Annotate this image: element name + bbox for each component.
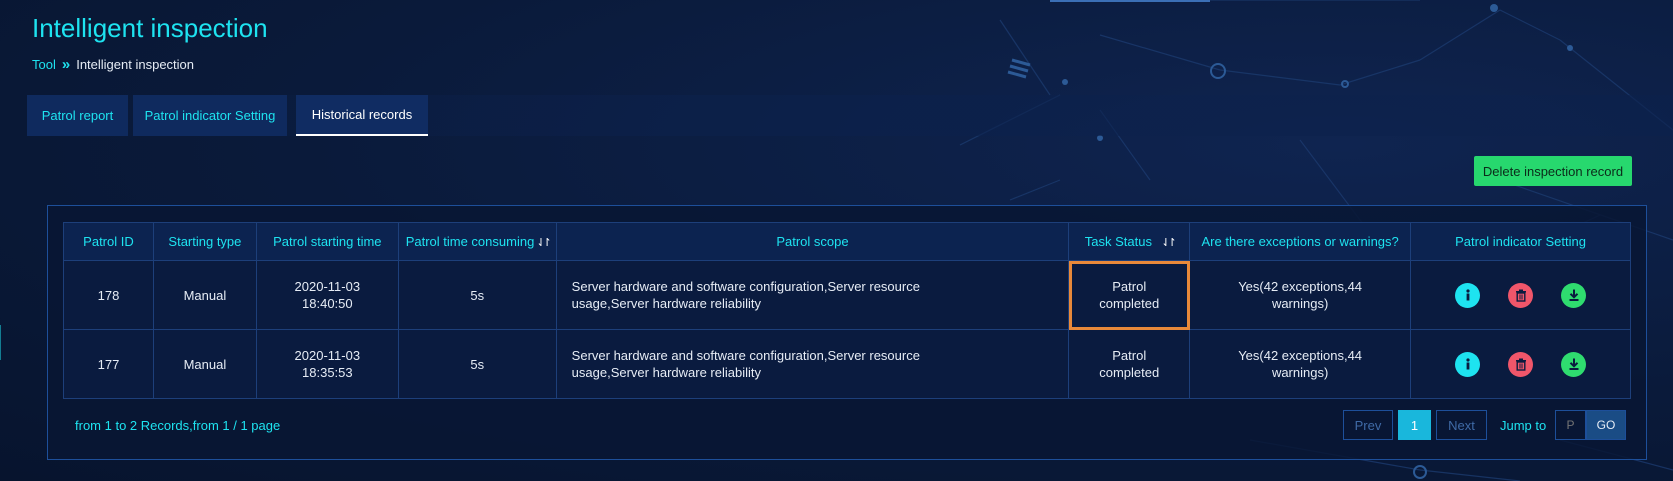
status-line: completed [1099, 296, 1160, 311]
scope-line: Server hardware and software configurati… [571, 348, 920, 363]
column-header-exceptions-warnings: Are there exceptions or warnings? [1189, 222, 1412, 261]
tab-patrol-report[interactable]: Patrol report [27, 95, 128, 136]
trash-icon[interactable] [1508, 351, 1534, 377]
cell-patrol-id: 178 [63, 260, 154, 330]
cell-starting-type: Manual [152, 260, 257, 330]
exceptions-line: warnings) [1271, 296, 1329, 311]
row-actions [1411, 351, 1630, 377]
page-title: Intelligent inspection [32, 13, 268, 43]
records-summary: from 1 to 2 Records,from 1 / 1 page [75, 418, 281, 433]
prev-page-button[interactable]: Prev [1343, 410, 1393, 440]
column-header-task-status[interactable]: Task Status ⇃↾ [1068, 222, 1191, 261]
column-header-patrol-time-consuming[interactable]: Patrol time consuming ⇃↾ [397, 222, 557, 261]
trash-icon[interactable] [1508, 282, 1534, 308]
cell-patrol-id: 177 [63, 329, 154, 399]
start-date: 2020-11-03 [294, 279, 361, 294]
cell-exceptions: Yes(42 exceptions,44 warnings) [1189, 260, 1412, 330]
exceptions-line: Yes(42 exceptions,44 [1238, 348, 1363, 363]
cell-starting-time: 2020-11-03 18:35:53 [255, 329, 399, 399]
column-header-patrol-id: Patrol ID [63, 222, 154, 261]
cell-actions [1410, 260, 1631, 330]
sort-icon[interactable]: ⇃↾ [536, 236, 552, 249]
next-page-button[interactable]: Next [1436, 410, 1487, 440]
exceptions-line: Yes(42 exceptions,44 [1238, 279, 1363, 294]
column-header-label: Task Status [1084, 234, 1152, 249]
tab-patrol-indicator-setting[interactable]: Patrol indicator Setting [133, 95, 287, 136]
cell-task-status: Patrol completed [1068, 329, 1191, 399]
cell-actions [1410, 329, 1631, 399]
start-time: 18:40:50 [302, 296, 353, 311]
delete-inspection-record-button[interactable]: Delete inspection record [1474, 156, 1632, 186]
breadcrumb: Tool » Intelligent inspection [32, 56, 194, 73]
column-header-patrol-scope: Patrol scope [555, 222, 1070, 261]
cell-exceptions: Yes(42 exceptions,44 warnings) [1189, 329, 1412, 399]
column-header-patrol-indicator-setting: Patrol indicator Setting [1410, 222, 1631, 261]
jump-page-input[interactable] [1555, 410, 1586, 440]
start-time: 18:35:53 [302, 365, 353, 380]
cell-patrol-scope: Server hardware and software configurati… [555, 329, 1070, 399]
scope-line: usage,Server hardware reliability [571, 365, 761, 380]
row-actions [1411, 282, 1630, 308]
table-row: 177 Manual 2020-11-03 18:35:53 5s Server… [63, 329, 1631, 399]
tab-historical-records[interactable]: Historical records [296, 95, 428, 136]
scope-line: Server hardware and software configurati… [571, 279, 920, 294]
status-line: Patrol [1112, 348, 1147, 363]
cell-starting-time: 2020-11-03 18:40:50 [255, 260, 399, 330]
cell-duration: 5s [397, 260, 557, 330]
breadcrumb-current: Intelligent inspection [76, 57, 195, 72]
status-line: completed [1099, 365, 1160, 380]
download-icon[interactable] [1561, 351, 1587, 377]
start-date: 2020-11-03 [294, 348, 361, 363]
historical-records-table: Patrol ID Starting type Patrol starting … [63, 222, 1631, 399]
info-icon[interactable] [1455, 351, 1481, 377]
download-icon[interactable] [1561, 282, 1587, 308]
cell-patrol-scope: Server hardware and software configurati… [555, 260, 1070, 330]
cell-task-status: Patrol completed [1068, 260, 1191, 330]
page-1-button[interactable]: 1 [1398, 410, 1431, 440]
cell-starting-type: Manual [152, 329, 257, 399]
table-row: 178 Manual 2020-11-03 18:40:50 5s Server… [63, 260, 1631, 330]
exceptions-line: warnings) [1271, 365, 1329, 380]
scope-line: usage,Server hardware reliability [571, 296, 761, 311]
column-header-label: Patrol time consuming [405, 234, 535, 249]
sort-icon[interactable]: ⇃↾ [1161, 236, 1177, 249]
cell-duration: 5s [397, 329, 557, 399]
table-header-row: Patrol ID Starting type Patrol starting … [63, 222, 1631, 261]
column-header-patrol-starting-time: Patrol starting time [255, 222, 399, 261]
info-icon[interactable] [1455, 282, 1481, 308]
page: Intelligent inspection Tool » Intelligen… [0, 0, 1673, 481]
breadcrumb-separator-icon: » [61, 56, 71, 73]
breadcrumb-tool-link[interactable]: Tool [32, 57, 56, 72]
jump-to-label: Jump to [1500, 418, 1547, 433]
go-button[interactable]: GO [1586, 410, 1626, 440]
status-line: Patrol [1112, 279, 1147, 294]
column-header-starting-type: Starting type [152, 222, 257, 261]
